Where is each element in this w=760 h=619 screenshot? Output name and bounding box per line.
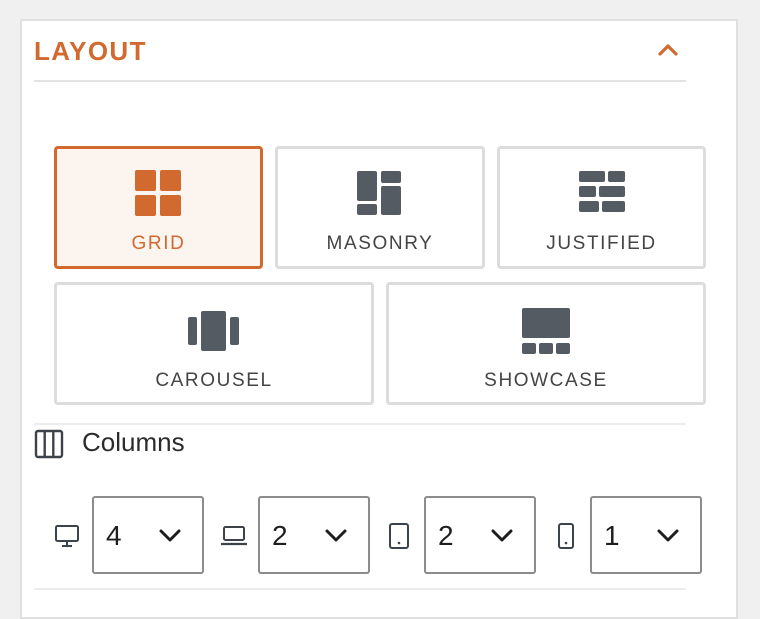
layout-option-label: MASONRY	[326, 233, 434, 254]
layout-option-carousel[interactable]: CAROUSEL	[54, 282, 374, 405]
layout-option-label: CAROUSEL	[155, 370, 273, 391]
layout-option-label: SHOWCASE	[484, 370, 608, 391]
showcase-icon	[522, 308, 570, 354]
mobile-columns-select[interactable]: 1	[590, 496, 702, 574]
desktop-icon	[55, 525, 79, 547]
tablet-columns-control: 2	[388, 496, 538, 576]
section-title: LAYOUT	[34, 36, 147, 66]
laptop-icon	[221, 526, 247, 546]
justified-icon	[578, 171, 625, 212]
chevron-up-icon[interactable]	[656, 38, 680, 62]
chevron-down-icon	[159, 529, 181, 542]
section-header[interactable]: LAYOUT	[34, 34, 686, 82]
tablet-columns-select[interactable]: 2	[424, 496, 536, 574]
columns-heading: Columns	[34, 425, 434, 465]
carousel-icon	[188, 311, 239, 351]
divider	[34, 588, 686, 590]
chevron-down-icon	[325, 529, 347, 542]
select-value: 2	[272, 520, 288, 551]
desktop-columns-select[interactable]: 4	[92, 496, 204, 574]
select-value: 4	[106, 520, 122, 551]
chevron-down-icon	[491, 529, 513, 542]
select-value: 2	[438, 520, 454, 551]
mobile-icon	[558, 523, 574, 549]
desktop-columns-control: 4	[54, 496, 206, 576]
tablet-icon	[389, 523, 409, 549]
laptop-columns-select[interactable]: 2	[258, 496, 370, 574]
layout-option-label: JUSTIFIED	[546, 233, 657, 254]
layout-option-justified[interactable]: JUSTIFIED	[497, 146, 706, 269]
layout-option-masonry[interactable]: MASONRY	[275, 146, 485, 269]
columns-icon	[34, 429, 64, 459]
mobile-columns-control: 1	[554, 496, 704, 576]
masonry-icon	[357, 171, 401, 215]
columns-label: Columns	[82, 427, 185, 457]
layout-option-grid[interactable]: GRID	[54, 146, 263, 269]
grid-icon	[134, 170, 181, 216]
layout-option-label: GRID	[131, 233, 186, 254]
layout-option-showcase[interactable]: SHOWCASE	[386, 282, 706, 405]
laptop-columns-control: 2	[220, 496, 372, 576]
select-value: 1	[604, 520, 620, 551]
chevron-down-icon	[657, 529, 679, 542]
